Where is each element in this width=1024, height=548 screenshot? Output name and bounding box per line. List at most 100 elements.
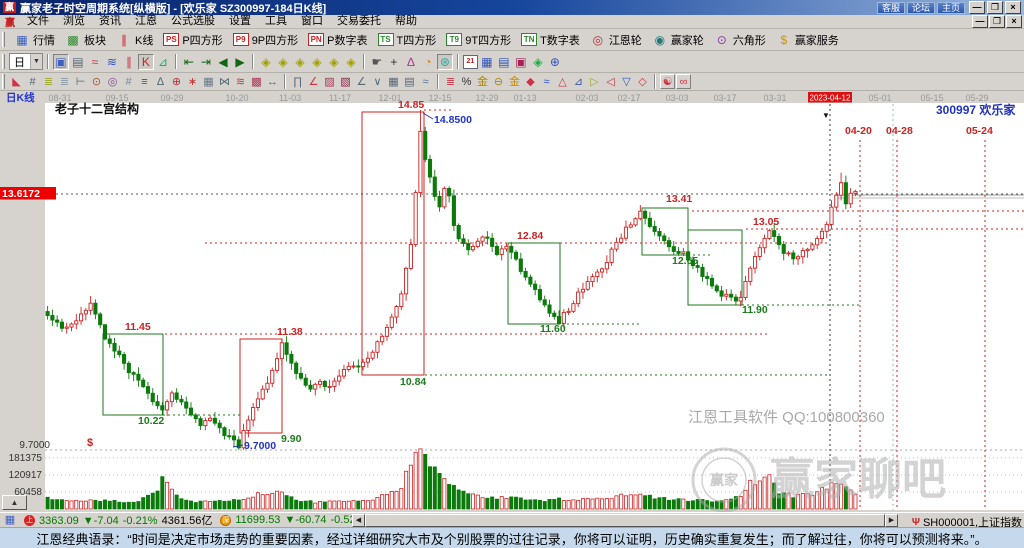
gann-cycle-center-icon[interactable]: ◈: [343, 54, 359, 70]
arrow-left-icon[interactable]: ◁: [603, 74, 618, 89]
gann-circle-icon[interactable]: ⊕: [169, 74, 184, 89]
menu-item-公式选股[interactable]: 公式选股: [164, 15, 222, 28]
diamond-tool-icon[interactable]: ◆: [523, 74, 538, 89]
network-icon[interactable]: ◈: [530, 54, 546, 70]
mdi-restore-button[interactable]: ❐: [989, 15, 1005, 28]
box-top-icon[interactable]: ∏: [290, 74, 305, 89]
toolbar-button-江恩轮[interactable]: ◎ 江恩轮: [585, 30, 647, 50]
percent-icon[interactable]: %: [459, 74, 474, 89]
gann-cycle-right-icon[interactable]: ◈: [275, 54, 291, 70]
grid-tool-icon[interactable]: #: [25, 74, 40, 89]
period-combo[interactable]: 日 ▼: [9, 53, 43, 70]
menu-item-浏览[interactable]: 浏览: [56, 15, 92, 28]
toolbar-button-T四方形[interactable]: TS T四方形: [373, 30, 442, 50]
right-triangle-icon[interactable]: ⊿: [571, 74, 586, 89]
check-tool-icon[interactable]: ∨: [370, 74, 385, 89]
scrollbar-thumb[interactable]: [365, 514, 885, 527]
minimize-button[interactable]: —: [969, 1, 985, 14]
grid3-icon[interactable]: ▦: [386, 74, 401, 89]
box-grid-icon[interactable]: ▦: [201, 74, 216, 89]
price-levels-icon[interactable]: ≣: [41, 74, 56, 89]
trend-wave-icon[interactable]: ≈: [87, 54, 103, 70]
close-button[interactable]: ×: [1005, 1, 1021, 14]
toolbar-button-赢家服务[interactable]: $ 赢家服务: [771, 30, 844, 50]
candle-style-icon[interactable]: ∥: [121, 54, 137, 70]
toolbar-grip[interactable]: [2, 32, 5, 47]
zigzag-tool-icon[interactable]: ∆: [403, 54, 419, 70]
toolbar-button-T数字表[interactable]: TN T数字表: [516, 30, 585, 50]
calendar-icon[interactable]: 21: [462, 54, 478, 69]
toolbar-button-P四方形[interactable]: PS P四方形: [158, 30, 227, 50]
toolbar-button-板块[interactable]: ▩ 板块: [60, 30, 111, 50]
shade2-icon[interactable]: ▧: [338, 74, 353, 89]
pane-toggle-button[interactable]: ▲: [2, 495, 27, 510]
fan-lines-icon[interactable]: ∠: [306, 74, 321, 89]
menu-item-窗口[interactable]: 窗口: [294, 15, 330, 28]
menu-item-江恩[interactable]: 江恩: [128, 15, 164, 28]
grid4-icon[interactable]: ▤: [402, 74, 417, 89]
time-cycle-icon[interactable]: ◔: [420, 54, 436, 70]
toolbar-grip[interactable]: [2, 54, 5, 69]
waves2-icon[interactable]: ≈: [418, 74, 433, 89]
menu-item-设置[interactable]: 设置: [222, 15, 258, 28]
last-bar-icon[interactable]: ⇥: [198, 54, 214, 70]
gann-fan-icon[interactable]: ∗: [185, 74, 200, 89]
arrow-right-icon[interactable]: ▷: [587, 74, 602, 89]
fib-retrace-icon[interactable]: ≣: [443, 74, 458, 89]
chart-layout-icon[interactable]: ▣: [52, 53, 69, 70]
angle2-icon[interactable]: ∠: [354, 74, 369, 89]
quote-table-icon[interactable]: ▦: [2, 514, 18, 527]
hand-tool-icon[interactable]: ☛: [369, 54, 385, 70]
horizontal-span-icon[interactable]: ↔: [265, 74, 280, 89]
golden-circle-icon[interactable]: ⊖: [491, 74, 506, 89]
toolbar-button-六角形[interactable]: ⊙ 六角形: [709, 30, 771, 50]
parallel-lines-icon[interactable]: ≡: [137, 74, 152, 89]
shade1-icon[interactable]: ▨: [322, 74, 337, 89]
calculator-icon[interactable]: ▦: [479, 54, 495, 70]
prev-bar-icon[interactable]: ◀: [215, 54, 231, 70]
scroll-right-button[interactable]: ▶: [885, 514, 898, 527]
crosshair-tool-icon[interactable]: +: [386, 54, 402, 70]
angle-tool-icon[interactable]: ∆: [153, 74, 168, 89]
report-icon[interactable]: ▤: [496, 54, 512, 70]
time-range-icon[interactable]: ⋈: [217, 74, 232, 89]
ruler-icon[interactable]: ⊢: [73, 74, 88, 89]
kline-toggle-icon[interactable]: K: [137, 53, 154, 70]
gann-cycle-left-icon[interactable]: ◈: [258, 54, 274, 70]
infinity-icon[interactable]: ∞: [676, 74, 691, 89]
gann-levels-icon[interactable]: ≣: [57, 74, 72, 89]
grid2-tool-icon[interactable]: #: [121, 74, 136, 89]
mdi-minimize-button[interactable]: —: [972, 15, 988, 28]
gann-cycle-expand-icon[interactable]: ◈: [292, 54, 308, 70]
rect-shade-icon[interactable]: ▩: [249, 74, 264, 89]
toolbar-button-行情[interactable]: ▦ 行情: [9, 30, 60, 50]
toolbar-button-9T四方形[interactable]: T9 9T四方形: [441, 30, 516, 50]
save-icon[interactable]: ▣: [513, 54, 529, 70]
menu-item-交易委托[interactable]: 交易委托: [330, 15, 388, 28]
triangle-up-icon[interactable]: △: [555, 74, 570, 89]
flag-icon[interactable]: ⊿: [155, 54, 171, 70]
triangle-down-icon[interactable]: ▽: [619, 74, 634, 89]
toolbar-button-赢家轮[interactable]: ◉ 赢家轮: [647, 30, 709, 50]
titlebar-link-论坛[interactable]: 论坛: [906, 1, 935, 14]
toolbar-button-K线[interactable]: ∥ K线: [111, 30, 158, 50]
mdi-close-button[interactable]: ×: [1006, 15, 1022, 28]
scroll-left-button[interactable]: ◀: [352, 514, 365, 527]
next-bar-icon[interactable]: ▶: [232, 54, 248, 70]
titlebar-link-主页[interactable]: 主页: [936, 1, 965, 14]
menu-item-帮助[interactable]: 帮助: [388, 15, 424, 28]
download-icon[interactable]: ⊕: [547, 54, 563, 70]
menu-item-工具[interactable]: 工具: [258, 15, 294, 28]
wheel-tool-icon[interactable]: ⊛: [436, 53, 453, 70]
cycle-wave-icon[interactable]: ≈: [539, 74, 554, 89]
title-bar[interactable]: 赢 赢家老子时空周期系统[纵横版] - [欢乐家 SZ300997-184日K线…: [0, 0, 1024, 15]
titlebar-link-客服[interactable]: 客服: [876, 1, 905, 14]
golden-section-icon[interactable]: 金: [475, 74, 490, 89]
gann-cycle-remove-icon[interactable]: ◈: [326, 54, 342, 70]
menu-item-文件[interactable]: 文件: [20, 15, 56, 28]
menu-item-资讯[interactable]: 资讯: [92, 15, 128, 28]
golden-grid-icon[interactable]: 金: [507, 74, 522, 89]
diamond-outline-icon[interactable]: ◇: [635, 74, 650, 89]
chart-scrollbar[interactable]: ◀ ▶: [352, 514, 898, 527]
toolbar-button-9P四方形[interactable]: P9 9P四方形: [228, 30, 303, 50]
